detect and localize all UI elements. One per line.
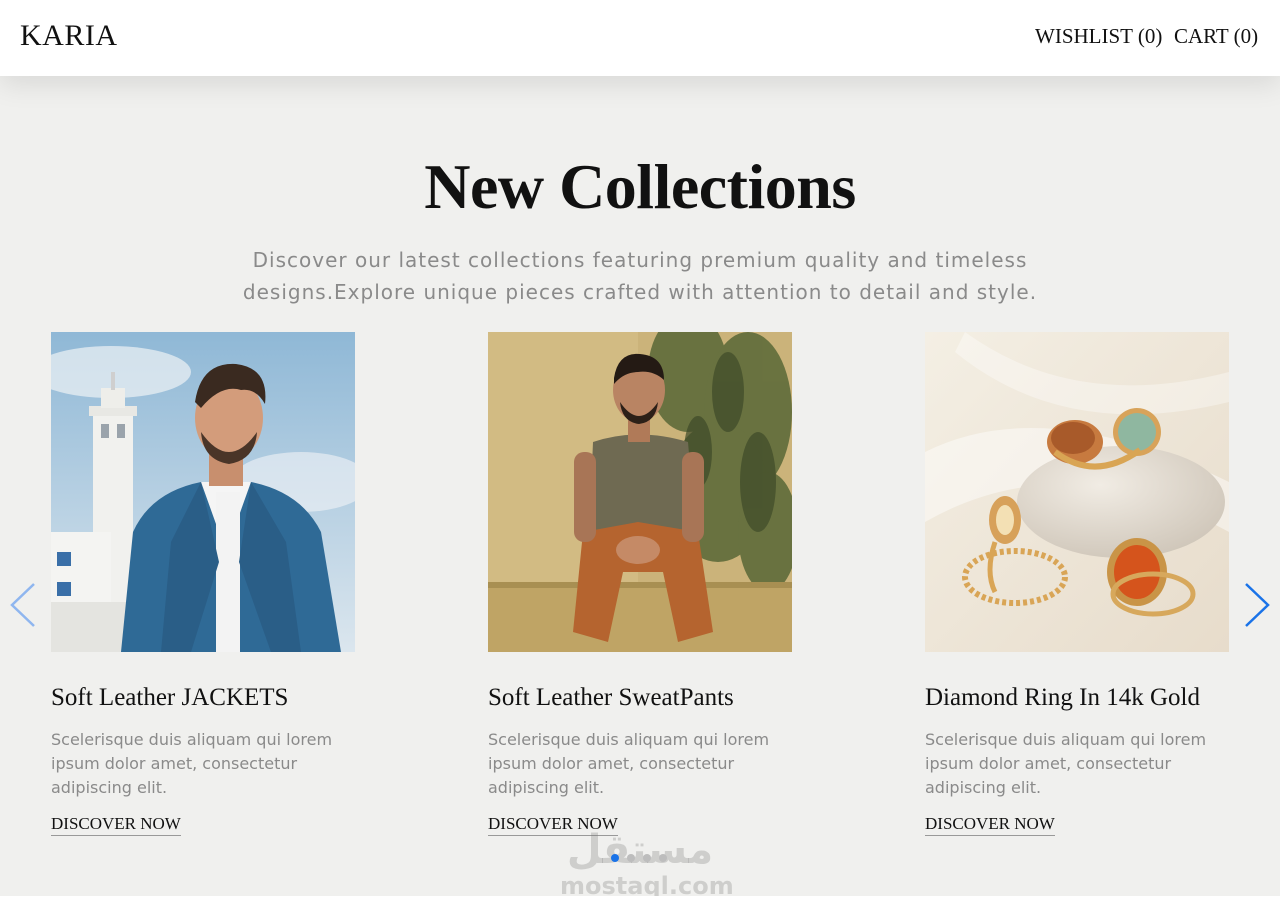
discover-now-link[interactable]: DISCOVER NOW [51, 814, 181, 836]
watermark-arabic: مستقل [566, 827, 714, 873]
page-footer-edge [0, 896, 1280, 920]
product-title: Diamond Ring In 14k Gold [925, 684, 1200, 711]
pagination-dot[interactable] [659, 854, 667, 862]
chevron-left-icon[interactable] [8, 582, 38, 628]
pagination-dot[interactable] [627, 854, 635, 862]
site-header: KARIA WISHLIST (0) CART (0) [0, 0, 1280, 76]
product-card: Soft Leather SweatPants Scelerisque duis… [488, 332, 792, 836]
product-image-sweatpants[interactable] [488, 332, 792, 652]
product-card: Diamond Ring In 14k Gold Scelerisque dui… [925, 332, 1229, 836]
discover-now-link[interactable]: DISCOVER NOW [925, 814, 1055, 836]
chevron-right-icon[interactable] [1242, 582, 1272, 628]
product-title: Soft Leather JACKETS [51, 684, 289, 711]
product-title: Soft Leather SweatPants [488, 684, 734, 711]
slider-pagination [611, 854, 667, 862]
watermark: مستقل mostaql.com [560, 827, 734, 900]
brand-logo[interactable]: KARIA [20, 19, 118, 53]
section-title: New Collections [424, 151, 856, 222]
wishlist-link[interactable]: WISHLIST (0) [1035, 24, 1162, 49]
pagination-dot[interactable] [611, 854, 619, 862]
product-description: Scelerisque duis aliquam qui lorem ipsum… [51, 730, 333, 797]
product-image-gold-rings[interactable] [925, 332, 1229, 652]
section-subtitle: Discover our latest collections featurin… [242, 248, 1038, 304]
product-image-denim-jacket[interactable] [51, 332, 355, 652]
product-description: Scelerisque duis aliquam qui lorem ipsum… [925, 730, 1207, 797]
product-card: Soft Leather JACKETS Scelerisque duis al… [51, 332, 355, 836]
cart-link[interactable]: CART (0) [1174, 24, 1258, 49]
product-description: Scelerisque duis aliquam qui lorem ipsum… [488, 730, 770, 797]
pagination-dot[interactable] [643, 854, 651, 862]
